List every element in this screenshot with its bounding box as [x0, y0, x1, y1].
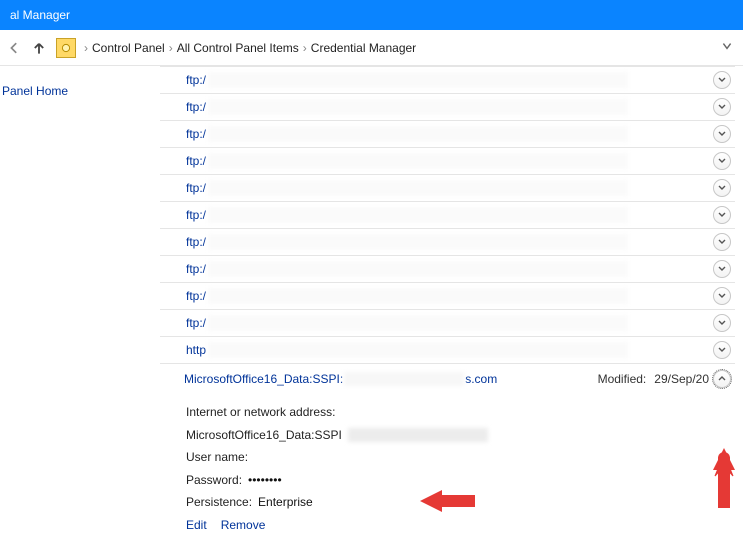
credential-mask	[344, 372, 464, 386]
expand-button[interactable]	[713, 125, 731, 143]
nav-bar: › Control Panel › All Control Panel Item…	[0, 30, 743, 66]
credential-detail-panel: Internet or network address: MicrosoftOf…	[160, 393, 735, 543]
address-mask	[348, 428, 488, 442]
password-value: ••••••••	[248, 471, 282, 490]
credential-row[interactable]: ftp:/	[160, 255, 735, 282]
detail-persistence-row: Persistence: Enterprise	[186, 493, 727, 512]
credential-row[interactable]: ftp:/	[160, 93, 735, 120]
breadcrumb-sep: ›	[169, 41, 173, 55]
breadcrumb-crumb[interactable]: All Control Panel Items	[177, 41, 299, 55]
credential-row[interactable]: ftp:/	[160, 147, 735, 174]
credential-label: ftp:/	[160, 181, 206, 195]
breadcrumb: › Control Panel › All Control Panel Item…	[84, 41, 416, 55]
detail-actions: Edit Remove	[186, 516, 727, 535]
expand-button[interactable]	[713, 287, 731, 305]
detail-address-row: MicrosoftOffice16_Data:SSPI	[186, 426, 727, 445]
credential-row[interactable]: ftp:/	[160, 174, 735, 201]
credential-name: MicrosoftOffice16_Data:SSPI:	[184, 372, 343, 386]
credential-label: ftp:/	[160, 100, 206, 114]
credential-row[interactable]: ftp:/	[160, 66, 735, 93]
edit-link[interactable]: Edit	[186, 516, 207, 535]
expand-button[interactable]	[713, 98, 731, 116]
breadcrumb-crumb[interactable]: Control Panel	[92, 41, 165, 55]
credential-mask	[208, 99, 628, 115]
credential-mask	[208, 180, 628, 196]
credential-mask	[208, 153, 628, 169]
credential-label: ftp:/	[160, 154, 206, 168]
main-panel: ftp:/ ftp:/ ftp:/ ftp:/ ftp:/ ftp:/ ftp:/ ftp:/…	[160, 66, 743, 530]
expand-button[interactable]	[713, 314, 731, 332]
credential-row[interactable]: ftp:/	[160, 282, 735, 309]
expand-button[interactable]	[713, 206, 731, 224]
nav-arrows	[6, 39, 48, 57]
credential-mask	[208, 261, 628, 277]
sidebar-home-link[interactable]: Panel Home	[0, 84, 150, 98]
credential-domain-suffix: s.com	[465, 372, 497, 386]
collapse-button[interactable]	[713, 370, 731, 388]
window-titlebar: al Manager	[0, 0, 743, 30]
breadcrumb-sep: ›	[303, 41, 307, 55]
expand-button[interactable]	[713, 341, 731, 359]
expand-button[interactable]	[713, 179, 731, 197]
credential-mask	[208, 126, 628, 142]
persistence-value: Enterprise	[258, 493, 313, 512]
username-label: User name:	[186, 448, 248, 467]
credential-row[interactable]: ftp:/	[160, 228, 735, 255]
credential-label: ftp:/	[160, 73, 206, 87]
credential-label: ftp:/	[160, 262, 206, 276]
credential-label: http	[160, 343, 206, 357]
detail-password-row: Password: ••••••••	[186, 471, 727, 490]
credential-mask	[208, 72, 628, 88]
credential-row[interactable]: ftp:/	[160, 201, 735, 228]
credential-row[interactable]: ftp:/	[160, 309, 735, 336]
credential-list: ftp:/ ftp:/ ftp:/ ftp:/ ftp:/ ftp:/ ftp:/ ftp:/…	[160, 66, 735, 363]
remove-link[interactable]: Remove	[221, 516, 266, 535]
credential-label: ftp:/	[160, 289, 206, 303]
expand-button[interactable]	[713, 152, 731, 170]
expand-button[interactable]	[713, 71, 731, 89]
credential-row[interactable]: http	[160, 336, 735, 363]
modified-date: 29/Sep/20	[654, 372, 709, 386]
chevron-down-icon[interactable]	[721, 40, 733, 55]
nav-up-button[interactable]	[30, 39, 48, 57]
sidebar: Panel Home	[0, 66, 160, 530]
content-area: Panel Home ftp:/ftp:/ftp:/ftp:/ftp:/ftp:…	[0, 66, 743, 530]
detail-username-row: User name:	[186, 448, 727, 467]
detail-address-label-row: Internet or network address:	[186, 403, 727, 422]
password-label: Password:	[186, 471, 242, 490]
credential-label: ftp:/	[160, 235, 206, 249]
credential-mask	[208, 342, 628, 358]
credential-mask	[208, 288, 628, 304]
credential-mask	[208, 207, 628, 223]
window-title: al Manager	[10, 8, 70, 22]
credential-label: ftp:/	[160, 316, 206, 330]
expand-button[interactable]	[713, 260, 731, 278]
breadcrumb-sep: ›	[84, 41, 88, 55]
credential-label: ftp:/	[160, 127, 206, 141]
credential-row-expanded[interactable]: MicrosoftOffice16_Data:SSPI: s.com Modif…	[160, 363, 735, 393]
credential-mask	[208, 234, 628, 250]
credential-label: ftp:/	[160, 208, 206, 222]
control-panel-icon[interactable]	[56, 38, 76, 58]
nav-end	[721, 40, 737, 55]
address-value: MicrosoftOffice16_Data:SSPI	[186, 426, 342, 445]
breadcrumb-crumb[interactable]: Credential Manager	[311, 41, 416, 55]
credential-mask	[208, 315, 628, 331]
address-label: Internet or network address:	[186, 403, 335, 422]
nav-back-button[interactable]	[6, 39, 24, 57]
modified-label: Modified:	[598, 372, 647, 386]
expand-button[interactable]	[713, 233, 731, 251]
credential-row[interactable]: ftp:/	[160, 120, 735, 147]
persistence-label: Persistence:	[186, 493, 252, 512]
